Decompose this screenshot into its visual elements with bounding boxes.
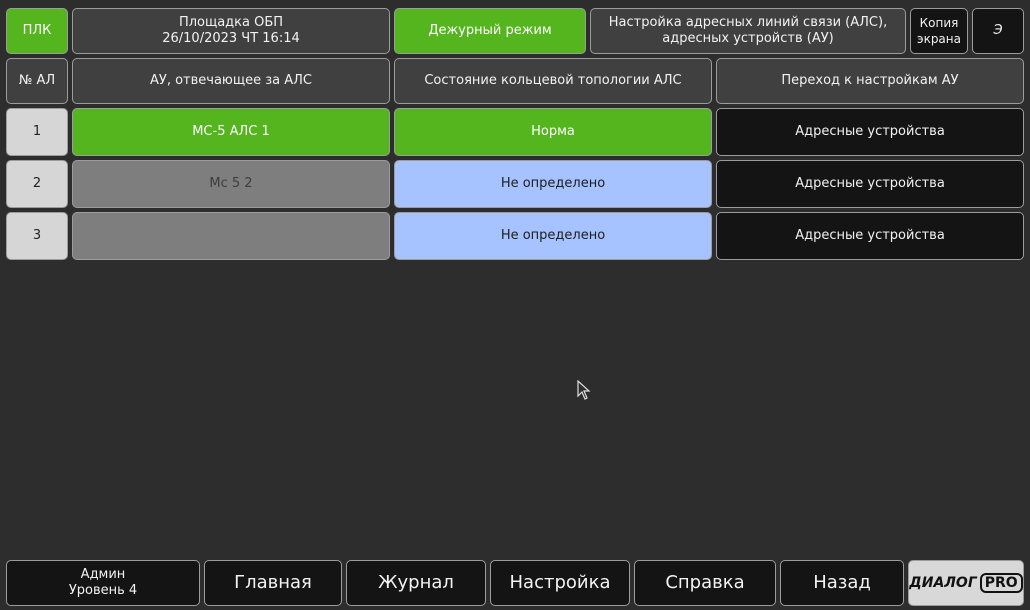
site-info: Площадка ОБП 26/10/2023 ЧТ 16:14 (72, 8, 390, 54)
settings-button[interactable]: Настройка (490, 560, 630, 606)
extra-button[interactable]: Э (972, 8, 1024, 54)
col-header-num: № АЛ (6, 58, 68, 104)
col-header-device: АУ, отвечающее за АЛС (72, 58, 390, 104)
help-label: Справка (665, 572, 745, 593)
copy-line2: экрана (916, 32, 961, 46)
row-goto-label: Адресные устройства (795, 124, 945, 139)
col-header-state: Состояние кольцевой топологии АЛС (394, 58, 712, 104)
row-device[interactable] (72, 212, 390, 260)
row-goto-button[interactable]: Адресные устройства (716, 160, 1024, 208)
dialog-pro-logo: ДИАЛОГ PRO (908, 560, 1024, 606)
row-goto-label: Адресные устройства (795, 176, 945, 191)
row-goto-label: Адресные устройства (795, 228, 945, 243)
journal-button[interactable]: Журнал (346, 560, 486, 606)
logo-text: ДИАЛОГ (909, 575, 977, 591)
mode-status[interactable]: Дежурный режим (394, 8, 586, 54)
row-state: Норма (394, 108, 712, 156)
col-num-label: № АЛ (18, 73, 56, 88)
row-device[interactable]: Мс 5 2 (72, 160, 390, 208)
datetime: 26/10/2023 ЧТ 16:14 (162, 31, 300, 46)
row-state-label: Не определено (500, 176, 606, 191)
site-name: Площадка ОБП (178, 15, 284, 30)
copy-line1: Копия (919, 16, 959, 30)
screenshot-button[interactable]: Копия экрана (910, 8, 968, 54)
title-line1: Настройка адресных линий связи (АЛС), (608, 15, 888, 30)
plk-label: ПЛК (22, 23, 52, 38)
row-num-label: 1 (32, 124, 42, 139)
col-device-label: АУ, отвечающее за АЛС (150, 73, 312, 88)
col-state-label: Состояние кольцевой топологии АЛС (424, 73, 682, 88)
settings-label: Настройка (509, 572, 611, 593)
row-state: Не определено (394, 160, 712, 208)
row-num[interactable]: 3 (6, 212, 68, 260)
help-button[interactable]: Справка (634, 560, 776, 606)
row-num-label: 2 (32, 176, 42, 191)
back-button[interactable]: Назад (780, 560, 904, 606)
plk-button[interactable]: ПЛК (6, 8, 68, 54)
main-label: Главная (234, 572, 312, 593)
user-name: Админ (80, 567, 126, 582)
row-state-label: Не определено (500, 228, 606, 243)
title-line2: адресных устройств (АУ) (662, 31, 834, 46)
mode-label: Дежурный режим (428, 23, 552, 38)
row-num-label: 3 (32, 228, 42, 243)
col-header-goto: Переход к настройкам АУ (716, 58, 1024, 104)
row-goto-button[interactable]: Адресные устройства (716, 212, 1024, 260)
page-title: Настройка адресных линий связи (АЛС), ад… (590, 8, 906, 54)
row-goto-button[interactable]: Адресные устройства (716, 108, 1024, 156)
back-label: Назад (813, 572, 871, 593)
row-state: Не определено (394, 212, 712, 260)
journal-label: Журнал (378, 572, 454, 593)
extra-label: Э (993, 23, 1003, 38)
row-num[interactable]: 2 (6, 160, 68, 208)
user-level: Уровень 4 (68, 583, 138, 598)
row-state-label: Норма (531, 124, 575, 139)
main-button[interactable]: Главная (204, 560, 342, 606)
row-num[interactable]: 1 (6, 108, 68, 156)
row-device[interactable]: МС-5 АЛС 1 (72, 108, 390, 156)
logo-pro: PRO (979, 573, 1023, 593)
row-device-label: Мс 5 2 (209, 176, 253, 191)
user-info[interactable]: Админ Уровень 4 (6, 560, 200, 606)
mouse-pointer-icon (577, 380, 591, 400)
row-device-label: МС-5 АЛС 1 (192, 124, 270, 139)
col-goto-label: Переход к настройкам АУ (781, 73, 959, 88)
